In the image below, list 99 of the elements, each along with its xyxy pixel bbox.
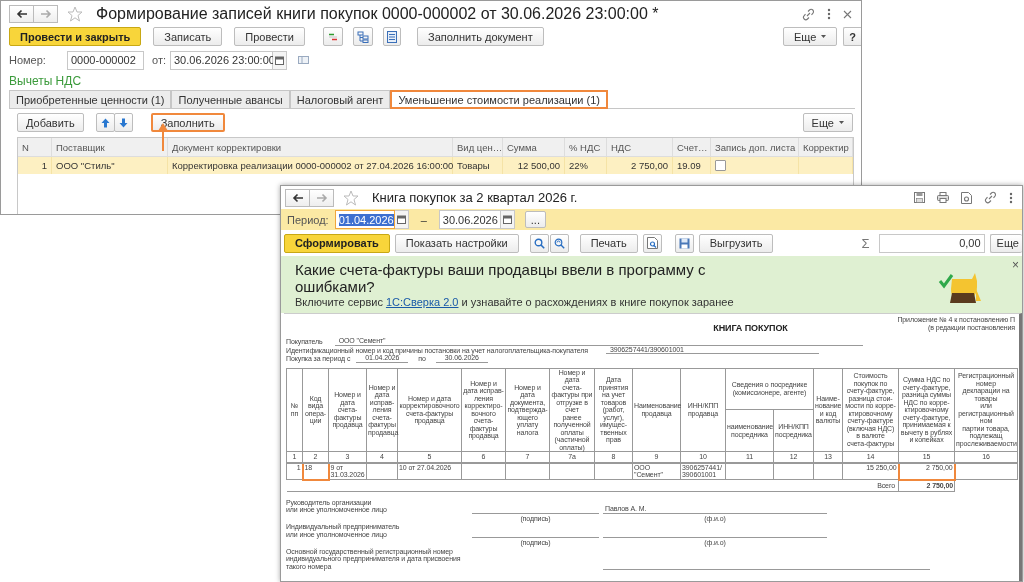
table-cell: 12 500,00 — [503, 157, 565, 174]
save-icon — [678, 237, 690, 249]
column-header: % НДС — [565, 138, 607, 157]
table-cell: Корректировка реализации 0000-000002 от 27.04.2026 16:00:00 — [168, 157, 453, 174]
preview-button[interactable] — [642, 233, 662, 253]
save-button[interactable] — [911, 192, 928, 203]
add-button[interactable]: Добавить — [17, 113, 84, 132]
move-down-button[interactable] — [113, 113, 133, 132]
column-header: Сумма — [503, 138, 565, 157]
column-header: N — [18, 138, 52, 157]
date-label: от: — [152, 54, 166, 66]
table-cell: 19.09 — [673, 157, 711, 174]
search-icon — [533, 237, 545, 249]
more-icon — [1009, 191, 1013, 204]
column-header: Запись доп. листа — [711, 138, 799, 157]
window-title: Книга покупок за 2 квартал 2026 г. — [372, 190, 578, 205]
generate-button[interactable]: Сформировать — [284, 233, 390, 253]
table-cell: 2 750,00 — [607, 157, 673, 174]
column-header: Поставщик — [52, 138, 168, 157]
banner-headline: Какие счета-фактуры ваши продавцы ввели в программу с ошибками? — [295, 261, 707, 295]
arrow-down-icon — [118, 117, 128, 128]
star-icon — [343, 189, 359, 206]
structure-icon — [357, 30, 369, 43]
banner-text: Включите сервис 1С:Сверка 2.0 и узнавайте о расхождениях в книге покупок заранее — [295, 296, 734, 308]
tab[interactable]: Приобретенные ценности (1) — [9, 90, 172, 108]
post-and-close-button[interactable]: Провести и закрыть — [9, 27, 142, 46]
column-header: НДС — [607, 138, 673, 157]
arrow-left-icon — [15, 9, 28, 19]
service-link[interactable]: 1С:Сверка 2.0 — [385, 296, 459, 308]
link-icon — [802, 7, 815, 21]
link-icon — [984, 191, 997, 204]
window-title: Формирование записей книги покупок 0000-000002 от 30.06.2026 23:00:00 * — [96, 5, 659, 23]
search-next-button[interactable] — [549, 233, 569, 253]
ledger-button[interactable] — [323, 27, 343, 46]
caret-icon — [821, 35, 827, 38]
preview-icon — [646, 237, 658, 249]
move-up-button[interactable] — [95, 113, 115, 132]
preview-icon — [961, 191, 972, 204]
more-menu-button[interactable]: Еще — [782, 27, 838, 46]
close-button[interactable]: × — [1012, 258, 1019, 272]
table-cell: ООО "Стиль" — [52, 157, 168, 174]
date-to-field[interactable]: 30.06.2026 — [438, 210, 501, 229]
sum-symbol: Σ — [861, 235, 870, 251]
number-field[interactable]: 0000-000002 — [67, 50, 144, 70]
arrow-left-icon — [291, 192, 304, 203]
checkbox[interactable] — [715, 160, 726, 171]
floppy-icon — [914, 192, 925, 203]
table-cell: 1 — [18, 157, 52, 174]
structure-button[interactable] — [353, 27, 373, 46]
tab[interactable]: Полученные авансы — [171, 90, 290, 108]
table-cell: 22% — [565, 157, 607, 174]
arrow-right-icon — [39, 9, 52, 19]
toolbar-button[interactable]: Провести — [234, 27, 305, 46]
report-title: КНИГА ПОКУПОК — [713, 323, 788, 333]
panel-icon — [298, 56, 309, 64]
back-button[interactable] — [285, 188, 310, 207]
caret-icon — [839, 121, 844, 124]
arrow-right-icon — [315, 192, 328, 203]
printer-icon — [937, 192, 949, 203]
panel-button[interactable] — [295, 56, 312, 64]
print-button[interactable]: Печать — [579, 233, 638, 253]
column-header: Корректир — [799, 138, 853, 157]
number-label: Номер: — [9, 54, 47, 66]
column-header: Документ корректировки — [168, 138, 453, 157]
more-icon — [827, 8, 831, 20]
fill-document-button[interactable]: Заполнить документ — [417, 27, 544, 46]
close-icon — [843, 9, 852, 19]
date-from-field[interactable]: 01.04.2026 — [334, 210, 395, 229]
fill-button[interactable]: Заполнить — [150, 113, 225, 132]
more-menu-button[interactable]: Еще — [802, 113, 853, 132]
period-label: Период: — [287, 213, 329, 226]
settings-button[interactable]: Показать настройки — [394, 233, 519, 253]
preview-button[interactable] — [958, 191, 975, 204]
sum-field[interactable]: 0,00 — [878, 233, 985, 253]
tab[interactable]: Уменьшение стоимости реализации (1) — [390, 90, 608, 109]
period-separator: – — [420, 213, 427, 226]
search-refresh-icon — [553, 237, 565, 249]
calendar-icon — [275, 55, 284, 65]
table-row[interactable]: 1 ООО "Стиль" Корректировка реализации 0000-000002 от 27.04.2026 16:00:00 Товары 12 500,00 22% 2 750,00 19.09 — [18, 157, 853, 174]
save-button[interactable] — [674, 233, 694, 253]
section-title: Вычеты НДС — [9, 74, 83, 88]
star-icon — [67, 6, 83, 22]
arrow-up-icon — [100, 117, 110, 128]
tab[interactable]: Налоговый агент — [289, 90, 391, 108]
help-button[interactable]: ? — [843, 27, 861, 46]
search-button[interactable] — [529, 233, 549, 253]
more-menu-button[interactable]: Еще — [989, 233, 1022, 253]
toolbar-button[interactable]: Записать — [153, 27, 223, 46]
print-button[interactable] — [934, 192, 952, 203]
list-button[interactable] — [383, 27, 401, 46]
table-cell: Товары — [453, 157, 503, 174]
column-header: Счет… — [673, 138, 711, 157]
back-button[interactable] — [9, 5, 34, 23]
calendar-icon — [396, 215, 406, 224]
list-icon — [387, 30, 397, 43]
export-button[interactable]: Выгрузить — [698, 233, 774, 253]
calendar-icon — [502, 215, 512, 224]
column-header: Вид цен… — [453, 138, 503, 157]
select-period-button[interactable]: ... — [524, 211, 546, 228]
